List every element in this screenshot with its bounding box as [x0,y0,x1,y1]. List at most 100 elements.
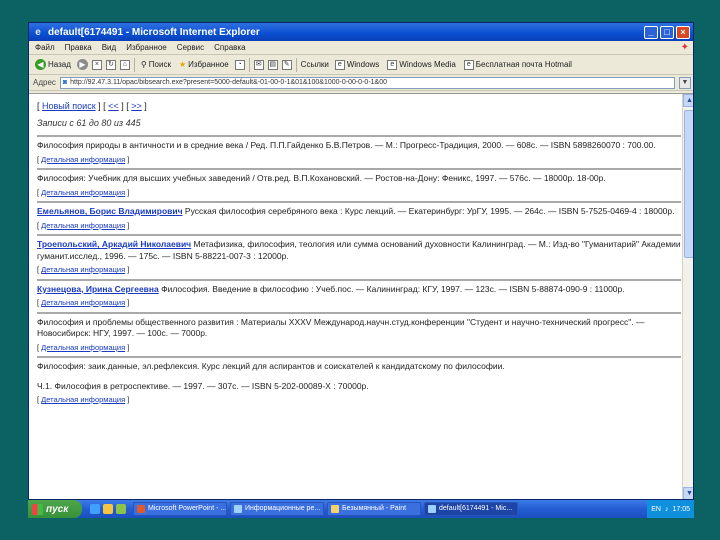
detail-link[interactable]: Детальная информация [41,298,125,307]
result-navigation: [ Новый поиск ] [ << ] [ >> ] [37,101,147,111]
menu-view[interactable]: Вид [102,43,116,52]
start-button[interactable]: пуск [28,500,82,518]
record-description: Философия и проблемы общественного разви… [37,316,645,339]
author-link[interactable]: Емельянов, Борис Владимирович [37,206,183,216]
edit-button[interactable]: ✎ [281,59,292,70]
detail-link[interactable]: Детальная информация [41,343,125,352]
detail-line: [ Детальная информация ] [37,154,130,164]
title-bar[interactable]: e default[6174491 - Microsoft Internet E… [29,23,693,41]
print-button[interactable]: ▤ [267,59,278,70]
task-label: Информационные ре... [245,505,321,512]
task-label: Microsoft PowerPoint - ... [148,505,227,512]
address-input[interactable]: ◙ http://92.47.3.11/opac/bibsearch.exe?p… [59,76,675,89]
internet-explorer-icon: e [35,26,41,38]
page-icon: e [334,59,345,70]
menu-favorites[interactable]: Избранное [126,43,167,52]
system-tray: EN ♪ 17:05 [647,500,694,518]
link-windows[interactable]: e Windows [333,59,381,70]
back-label: Назад [48,60,71,69]
minimize-button[interactable]: _ [644,25,658,39]
list-item: Троепольский, Аркадий Николаевич Метафиз… [37,234,681,279]
detail-link[interactable]: Детальная информация [41,188,125,197]
search-icon: ⚲ [140,60,147,69]
address-label: Адрес [33,78,56,87]
window-title: default[6174491 - Microsoft Internet Exp… [48,26,260,38]
clock: 17:05 [672,505,690,513]
record-description: Философия природы в античности и в средн… [37,140,656,150]
standard-toolbar: ◀ Назад ▶ × ↻ ⌂ ⚲ Поиск ★ Избранное ◔ ✉ … [29,55,693,75]
scroll-thumb[interactable] [684,110,693,258]
windows-logo-icon [32,503,43,515]
task-powerpoint[interactable]: Microsoft PowerPoint - ... [133,502,227,516]
prev-page-link[interactable]: << [108,101,119,111]
link-windows-media[interactable]: e Windows Media [385,59,457,70]
vertical-scrollbar[interactable]: ▲ ▼ [682,94,693,499]
link-hotmail-label: Бесплатная почта Hotmail [475,60,572,69]
forward-button[interactable]: ▶ [76,59,88,70]
history-button[interactable]: ◔ [234,59,245,70]
task-label: Безымянный - Paint [342,505,407,512]
link-hotmail[interactable]: e Бесплатная почта Hotmail [462,59,574,70]
page-icon: e [463,59,474,70]
list-item: Кузнецова, Ирина Сергеевна Философия. Вв… [37,278,681,312]
record-description: Русская философия серебряного века : Кур… [184,206,675,216]
favorites-button[interactable]: ★ Избранное [177,60,231,69]
menu-edit[interactable]: Правка [65,43,92,52]
record-description: Ч.1. Философия в ретроспективе. — 1997. … [37,380,369,391]
powerpoint-icon [137,505,145,513]
close-button[interactable]: × [676,25,690,39]
new-search-link[interactable]: Новый поиск [42,101,96,111]
language-indicator[interactable]: EN [651,506,661,513]
menu-tools[interactable]: Сервис [177,43,204,52]
page-content: [ Новый поиск ] [ << ] [ >> ] Записи с 6… [29,93,693,499]
address-bar: Адрес ◙ http://92.47.3.11/opac/bibsearch… [29,75,693,91]
menu-file[interactable]: Файл [35,43,55,52]
detail-line: [ Детальная информация ] [37,395,130,404]
list-item: Емельянов, Борис Владимирович Русская фи… [37,201,681,234]
maximize-button[interactable]: □ [660,25,674,39]
record-description: Философия: Учебник для высших учебных за… [37,173,606,183]
detail-link[interactable]: Детальная информация [41,155,125,164]
windows-flag-icon: ✦ [680,42,689,53]
scroll-up-arrow-icon[interactable]: ▲ [683,94,693,107]
outlook-quicklaunch-icon[interactable] [103,504,113,514]
task-paint[interactable]: Безымянный - Paint [327,502,421,516]
records-count: Записи с 61 до 80 из 445 [37,118,141,128]
next-page-link[interactable]: >> [131,101,142,111]
detail-link[interactable]: Детальная информация [41,221,125,230]
record-description: Философия: заик.данные, эл.рефлексия. Ку… [37,361,505,371]
ie-quicklaunch-icon[interactable] [90,504,100,514]
desktop-quicklaunch-icon[interactable] [116,504,126,514]
refresh-button[interactable]: ↻ [105,59,116,70]
detail-link[interactable]: Детальная информация [41,265,125,274]
list-item: Философия: заик.данные, эл.рефлексия. Ку… [37,356,681,409]
toolbar-separator [133,57,135,72]
address-dropdown-button[interactable]: ▼ [679,76,691,89]
stop-button[interactable]: × [91,59,102,70]
link-windows-media-label: Windows Media [399,60,456,69]
menu-bar: Файл Правка Вид Избранное Сервис Справка… [29,41,693,55]
scroll-down-arrow-icon[interactable]: ▼ [683,487,693,499]
links-label: Ссылки [300,60,329,69]
list-item: Философия и проблемы общественного разви… [37,311,681,357]
toolbar-separator [248,57,250,72]
back-button[interactable]: ◀ Назад [33,59,73,70]
speaker-icon[interactable]: ♪ [665,506,669,513]
detail-link[interactable]: Детальная информация [41,395,125,404]
list-item: Философия природы в античности и в средн… [37,135,681,168]
home-button[interactable]: ⌂ [119,59,130,70]
taskbar: пуск Microsoft PowerPoint - ... Информац… [28,500,694,518]
detail-line: [ Детальная информация ] [37,265,130,274]
records-list: Философия природы в античности и в средн… [37,135,681,409]
task-internet-explorer[interactable]: default[6174491 - Mic... [424,502,518,516]
author-link[interactable]: Кузнецова, Ирина Сергеевна [37,284,159,294]
record-body: Троепольский, Аркадий Николаевич Метафиз… [37,239,681,262]
task-information[interactable]: Информационные ре... [230,502,324,516]
list-item: Философия: Учебник для высших учебных за… [37,168,681,201]
search-button[interactable]: ⚲ Поиск [139,60,173,69]
detail-line: [ Детальная информация ] [37,220,130,230]
mail-button[interactable]: ✉ [253,59,264,70]
record-body: Емельянов, Борис Владимирович Русская фи… [37,206,681,218]
author-link[interactable]: Троепольский, Аркадий Николаевич [37,239,191,249]
menu-help[interactable]: Справка [214,43,245,52]
